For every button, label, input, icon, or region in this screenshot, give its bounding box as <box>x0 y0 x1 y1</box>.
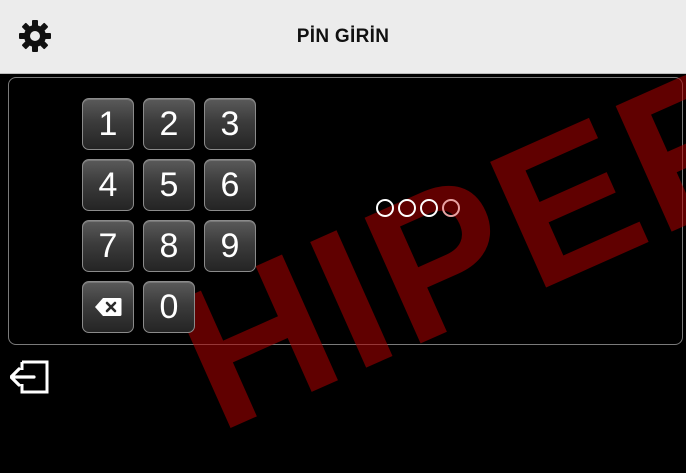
key-9[interactable]: 9 <box>204 220 256 272</box>
exit-icon <box>9 360 49 394</box>
key-1[interactable]: 1 <box>82 98 134 150</box>
backspace-button[interactable] <box>82 281 134 333</box>
pin-dot <box>442 199 460 217</box>
key-5[interactable]: 5 <box>143 159 195 211</box>
exit-button[interactable] <box>9 359 50 395</box>
key-8[interactable]: 8 <box>143 220 195 272</box>
key-2[interactable]: 2 <box>143 98 195 150</box>
backspace-icon <box>95 298 122 316</box>
pin-dot <box>398 199 416 217</box>
header-bar: PİN GİRİN <box>0 0 686 74</box>
key-6[interactable]: 6 <box>204 159 256 211</box>
page-title: PİN GİRİN <box>296 26 390 47</box>
key-4[interactable]: 4 <box>82 159 134 211</box>
pin-indicator <box>376 199 460 217</box>
pin-dot <box>420 199 438 217</box>
key-7[interactable]: 7 <box>82 220 134 272</box>
pin-dot <box>376 199 394 217</box>
key-0[interactable]: 0 <box>143 281 195 333</box>
key-3[interactable]: 3 <box>204 98 256 150</box>
